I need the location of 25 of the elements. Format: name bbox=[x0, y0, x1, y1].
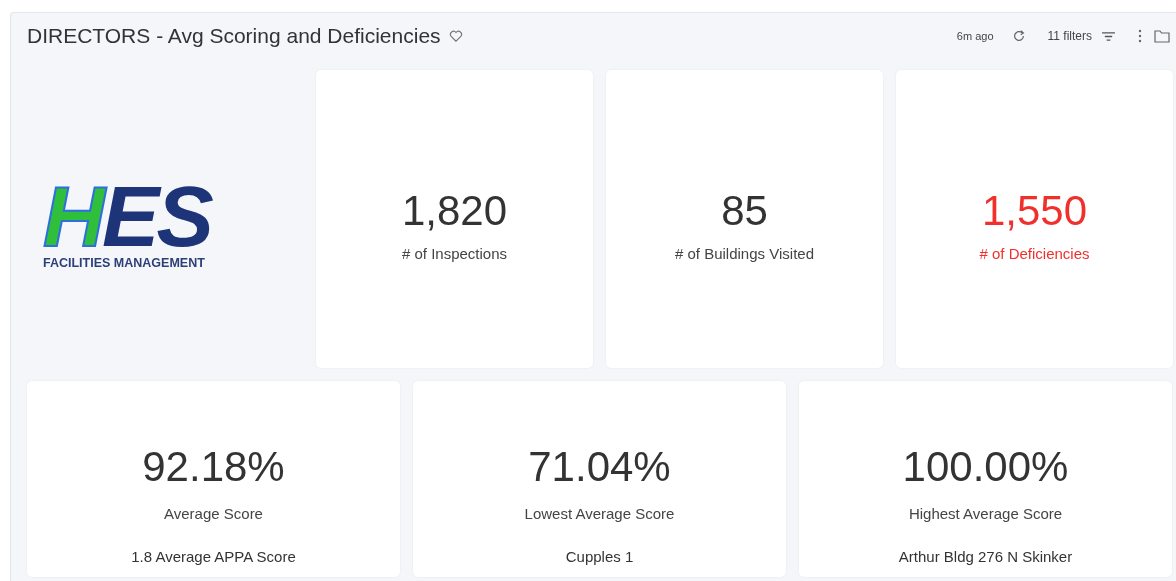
metric-label: # of Buildings Visited bbox=[675, 244, 814, 262]
metric-value: 1,550 bbox=[981, 186, 1088, 235]
metric-label: Lowest Average Score bbox=[524, 505, 675, 522]
heart-icon[interactable] bbox=[448, 29, 463, 43]
metric-value: 100.00% bbox=[902, 443, 1069, 491]
metric-label: Average Score bbox=[164, 505, 263, 522]
metric-value: 85 bbox=[721, 186, 768, 235]
refresh-icon[interactable] bbox=[1011, 29, 1026, 43]
metric-detail: 1.8 Average APPA Score bbox=[131, 548, 296, 565]
metric-detail: Cupples 1 bbox=[565, 548, 634, 565]
metric-value: 92.18% bbox=[142, 443, 285, 491]
dashboard-title: DIRECTORS - Avg Scoring and Deficiencies bbox=[27, 24, 441, 48]
updated-time: 6m ago bbox=[956, 30, 994, 42]
filter-icon bbox=[1101, 30, 1116, 42]
logo-subtitle: FACILITIES MANAGEMENT bbox=[43, 256, 206, 271]
folder-icon[interactable] bbox=[1154, 29, 1170, 43]
metric-value: 1,820 bbox=[401, 186, 508, 235]
more-options-icon[interactable] bbox=[1138, 29, 1142, 43]
metric-detail: Arthur Bldg 276 N Skinker bbox=[898, 548, 1073, 565]
metric-label: # of Deficiencies bbox=[979, 244, 1090, 262]
metric-label: Highest Average Score bbox=[908, 505, 1063, 522]
filters-button[interactable]: 11 filters bbox=[1037, 29, 1126, 43]
company-logo: HES bbox=[43, 181, 213, 251]
metric-label: # of Inspections bbox=[401, 244, 508, 262]
metric-value: 71.04% bbox=[528, 443, 671, 491]
